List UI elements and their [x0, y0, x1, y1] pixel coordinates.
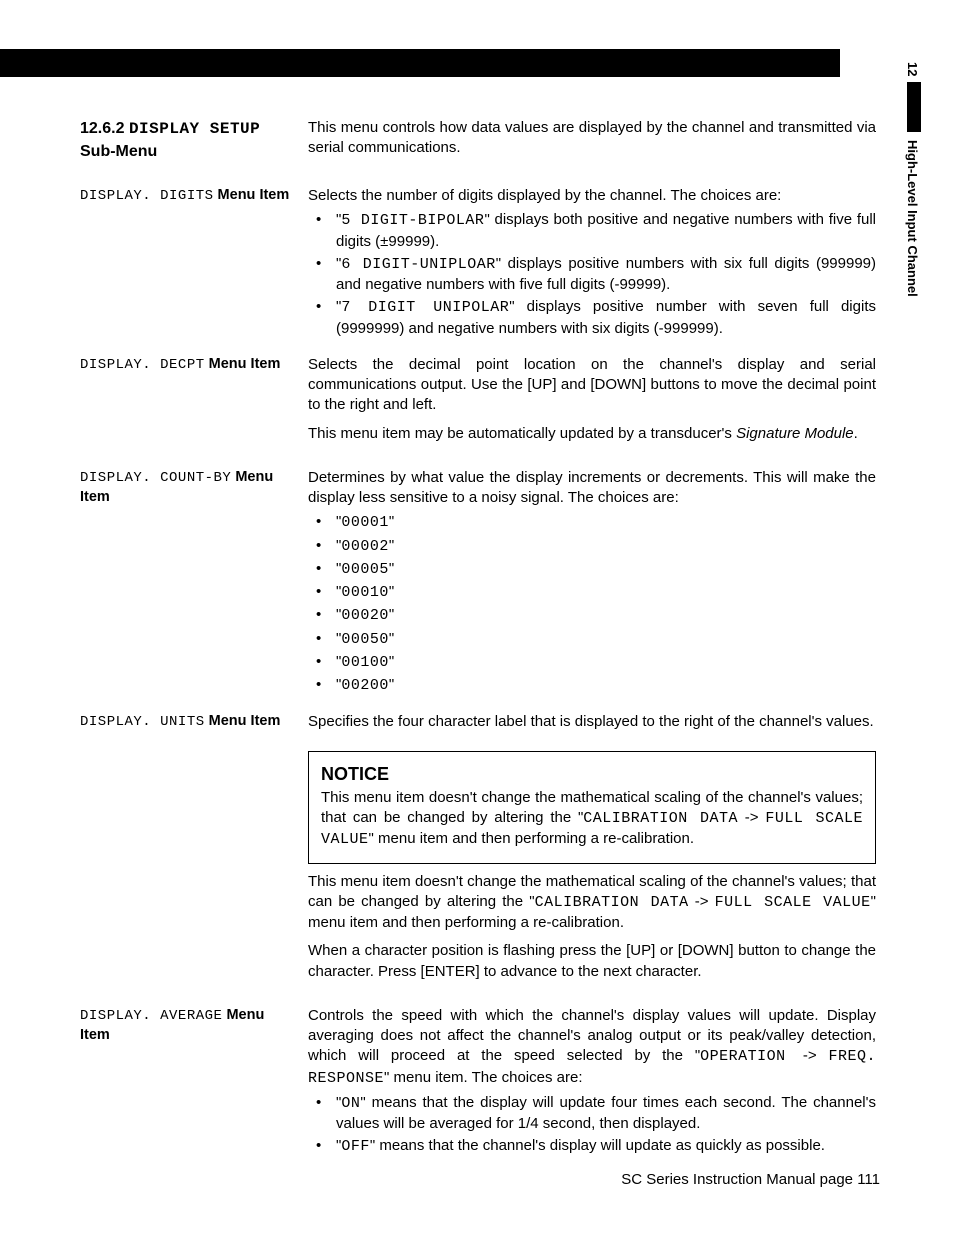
page-content: 12.6.2 DISPLAY SETUP Sub-Menu This menu …: [80, 118, 880, 1166]
digits-label: DISPLAY. DIGITS Menu Item: [80, 186, 308, 206]
text-span: This menu item may be automatically upda…: [308, 425, 736, 442]
list-item: "6 DIGIT-UNIPLOAR" displays positive num…: [308, 254, 876, 296]
lcd-text: OPERATION: [700, 1048, 803, 1065]
header-black-bar: [0, 49, 840, 77]
units-p1: Specifies the four character label that …: [308, 712, 876, 732]
decpt-p1: Selects the decimal point location on th…: [308, 355, 876, 416]
list-item: "00200": [308, 675, 876, 696]
average-options: "ON" means that the display will update …: [308, 1093, 876, 1158]
units-label-suffix: Menu Item: [205, 713, 281, 729]
list-item: "ON" means that the display will update …: [308, 1093, 876, 1135]
lcd-text: CALIBRATION DATA: [583, 810, 738, 827]
units-label-lcd: DISPLAY. UNITS: [80, 714, 205, 730]
digits-intro: Selects the number of digits displayed b…: [308, 186, 876, 206]
lcd-text: FULL SCALE VALUE: [715, 894, 871, 911]
list-item: "7 DIGIT UNIPOLAR" displays positive num…: [308, 297, 876, 339]
list-item: "00010": [308, 582, 876, 603]
list-item: "00100": [308, 652, 876, 673]
countby-options: "00001" "00002""00005""00010""00020" "0005…: [308, 512, 876, 696]
digits-options: "5 DIGIT-BIPOLAR" displays both positive…: [308, 210, 876, 339]
lcd-text: CALIBRATION DATA: [535, 894, 689, 911]
section-number: 12.6.2: [80, 120, 124, 137]
section-heading: 12.6.2 DISPLAY SETUP: [80, 118, 296, 141]
opt-lcd: 6 DIGIT-UNIPLOAR: [341, 256, 495, 273]
section-intro: This menu controls how data values are d…: [308, 118, 876, 159]
text-span: ->: [689, 893, 715, 910]
list-item: "00050": [308, 629, 876, 650]
opt-text: " means that the display will update fou…: [336, 1094, 876, 1132]
list-item: "00020": [308, 605, 876, 626]
text-span: ->: [803, 1047, 829, 1064]
countby-intro: Determines by what value the display inc…: [308, 468, 876, 509]
side-tab-marker: [907, 82, 921, 132]
section-title-lcd: DISPLAY SETUP: [129, 120, 260, 138]
chapter-side-label: High-Level Input Channel: [903, 140, 921, 297]
decpt-label: DISPLAY. DECPT Menu Item: [80, 355, 308, 375]
section-subtitle: Sub-Menu: [80, 141, 296, 163]
opt-text: " means that the channel's display will …: [370, 1137, 825, 1154]
notice-title: NOTICE: [321, 762, 863, 786]
units-p3: When a character position is flashing pr…: [308, 941, 876, 982]
countby-label: DISPLAY. COUNT-BY Menu Item: [80, 468, 308, 507]
text-span: " menu item. The choices are:: [384, 1069, 582, 1086]
opt-lcd: 7 DIGIT UNIPOLAR: [341, 299, 509, 316]
decpt-label-lcd: DISPLAY. DECPT: [80, 357, 205, 373]
text-span: " menu item and then performing a re-cal…: [369, 830, 695, 847]
countby-label-lcd: DISPLAY. COUNT-BY: [80, 470, 231, 486]
list-item: "OFF" means that the channel's display w…: [308, 1136, 876, 1157]
units-p2: This menu item doesn't change the mathem…: [308, 872, 876, 934]
opt-lcd: ON: [341, 1095, 360, 1112]
units-label: DISPLAY. UNITS Menu Item: [80, 712, 308, 732]
decpt-label-suffix: Menu Item: [205, 356, 281, 372]
digits-label-suffix: Menu Item: [214, 187, 290, 203]
text-span: .: [854, 425, 858, 442]
em-text: Signature Module: [736, 425, 854, 442]
list-item: "5 DIGIT-BIPOLAR" displays both positive…: [308, 210, 876, 252]
digits-label-lcd: DISPLAY. DIGITS: [80, 188, 214, 204]
average-label: DISPLAY. AVERAGE Menu Item: [80, 1006, 308, 1045]
average-intro: Controls the speed with which the channe…: [308, 1006, 876, 1089]
average-label-lcd: DISPLAY. AVERAGE: [80, 1008, 222, 1024]
page-footer: SC Series Instruction Manual page 111: [0, 1170, 880, 1190]
notice-box: NOTICE This menu item doesn't change the…: [308, 751, 876, 864]
opt-lcd: OFF: [341, 1138, 370, 1155]
list-item: "00002": [308, 536, 876, 557]
text-span: ->: [738, 809, 765, 826]
list-item: "00005": [308, 559, 876, 580]
opt-lcd: 5 DIGIT-BIPOLAR: [341, 212, 484, 229]
decpt-p2: This menu item may be automatically upda…: [308, 424, 876, 444]
notice-body: This menu item doesn't change the mathem…: [321, 788, 863, 851]
list-item: "00001": [308, 512, 876, 533]
page-number-top: 12: [903, 62, 921, 76]
